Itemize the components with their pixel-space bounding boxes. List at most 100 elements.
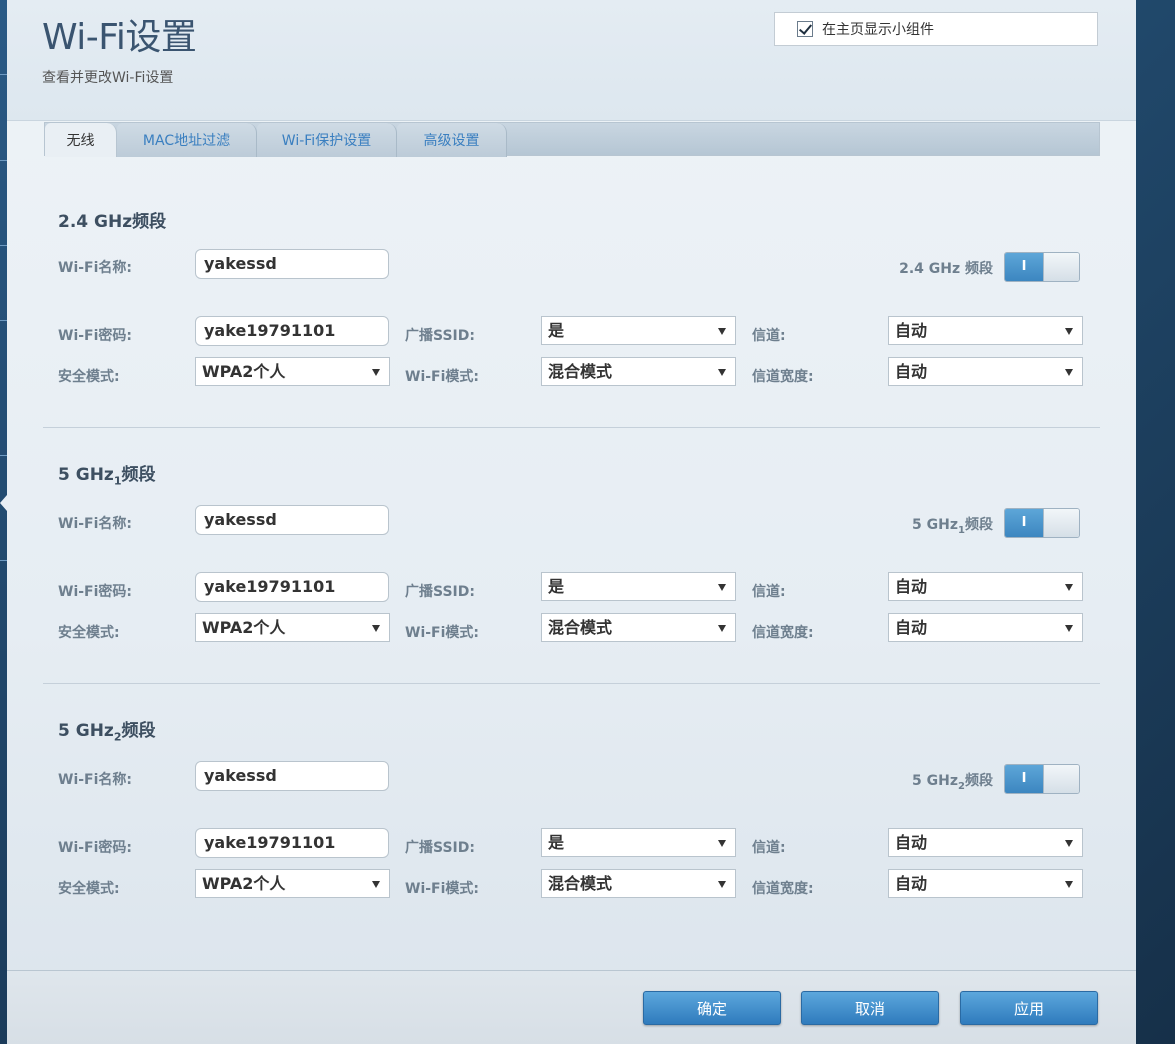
label-wifi-password: Wi-Fi密码:: [58, 840, 133, 856]
switch-on-indicator: I: [1005, 765, 1043, 793]
broadcast-ssid-select[interactable]: 是: [541, 572, 736, 601]
section-divider: [43, 683, 1100, 684]
select-value: 是: [548, 577, 565, 596]
wifi-name-input[interactable]: yakessd: [195, 505, 389, 535]
label-security-mode: 安全模式:: [58, 881, 120, 897]
section-title-5g2: 5 GHz2频段: [58, 716, 155, 743]
desktop-tick: [0, 74, 7, 75]
band-switch-label-5g1: 5 GHz1频段: [887, 514, 993, 536]
select-value: 自动: [895, 833, 928, 852]
security-mode-select[interactable]: WPA2个人: [195, 357, 390, 386]
section-title-2g: 2.4 GHz频段: [58, 207, 166, 232]
band-switch-5g1[interactable]: I: [1004, 508, 1080, 538]
broadcast-ssid-select[interactable]: 是: [541, 316, 736, 345]
dropdown-arrow-icon: [372, 625, 380, 632]
section-title-5g1: 5 GHz1频段: [58, 460, 155, 487]
wifi-name-input[interactable]: yakessd: [195, 761, 389, 791]
desktop-tick: [0, 160, 7, 161]
select-value: 自动: [895, 362, 928, 381]
label-broadcast-ssid: 广播SSID:: [405, 840, 475, 856]
band-base: 5 GHz: [912, 517, 959, 533]
dropdown-arrow-icon: [372, 881, 380, 888]
band-suffix: 频段: [121, 721, 156, 741]
label-broadcast-ssid: 广播SSID:: [405, 584, 475, 600]
dropdown-arrow-icon: [718, 328, 726, 335]
dropdown-arrow-icon: [1065, 625, 1073, 632]
band-switch-label-5g2: 5 GHz2频段: [887, 770, 993, 792]
label-wifi-mode: Wi-Fi模式:: [405, 369, 480, 385]
switch-knob[interactable]: [1043, 509, 1079, 537]
security-mode-select[interactable]: WPA2个人: [195, 869, 390, 898]
select-value: 自动: [895, 321, 928, 340]
dropdown-arrow-icon: [718, 625, 726, 632]
label-channel: 信道:: [752, 584, 786, 600]
channel-select[interactable]: 自动: [888, 316, 1083, 345]
desktop-edge: [0, 0, 7, 1044]
channel-select[interactable]: 自动: [888, 572, 1083, 601]
switch-knob[interactable]: [1043, 253, 1079, 281]
wifi-mode-select[interactable]: 混合模式: [541, 613, 736, 642]
tab-mac-filter[interactable]: MAC地址过滤: [117, 123, 257, 157]
band-base: 2.4 GHz: [58, 212, 133, 232]
wifi-name-input[interactable]: yakessd: [195, 249, 389, 279]
page-title: Wi-Fi设置: [42, 17, 197, 58]
select-value: WPA2个人: [202, 874, 286, 893]
band-base: 5 GHz: [58, 721, 114, 741]
label-wifi-mode: Wi-Fi模式:: [405, 881, 480, 897]
band-switch-2g[interactable]: I: [1004, 252, 1080, 282]
label-channel: 信道:: [752, 328, 786, 344]
show-widget-checkbox[interactable]: [797, 21, 813, 37]
select-value: WPA2个人: [202, 362, 286, 381]
wifi-password-input[interactable]: yake19791101: [195, 828, 389, 858]
label-security-mode: 安全模式:: [58, 369, 120, 385]
select-value: 自动: [895, 577, 928, 596]
show-widget-option[interactable]: 在主页显示小组件: [774, 12, 1098, 46]
desktop-tick: [0, 245, 7, 246]
label-wifi-password: Wi-Fi密码:: [58, 328, 133, 344]
channel-select[interactable]: 自动: [888, 828, 1083, 857]
cancel-button[interactable]: 取消: [801, 991, 939, 1025]
channel-width-select[interactable]: 自动: [888, 357, 1083, 386]
page-subtitle: 查看并更改Wi-Fi设置: [42, 70, 174, 86]
dropdown-arrow-icon: [1065, 881, 1073, 888]
label-channel-width: 信道宽度:: [752, 625, 814, 641]
tab-wps[interactable]: Wi-Fi保护设置: [257, 123, 397, 157]
select-value: 混合模式: [548, 618, 613, 637]
show-widget-label: 在主页显示小组件: [822, 22, 934, 38]
ok-button[interactable]: 确定: [643, 991, 781, 1025]
collapse-arrow-icon[interactable]: [0, 495, 7, 511]
wifi-settings-dialog: Wi-Fi设置 查看并更改Wi-Fi设置 在主页显示小组件 无线 MAC地址过滤…: [7, 0, 1136, 1044]
dropdown-arrow-icon: [1065, 584, 1073, 591]
section-divider: [43, 427, 1100, 428]
label-wifi-name: Wi-Fi名称:: [58, 260, 133, 276]
dialog-footer: 确定 取消 应用: [7, 970, 1136, 1044]
label-wifi-mode: Wi-Fi模式:: [405, 625, 480, 641]
band-base: 2.4 GHz: [899, 261, 961, 277]
select-value: 自动: [895, 618, 928, 637]
label-channel-width: 信道宽度:: [752, 881, 814, 897]
select-value: 自动: [895, 874, 928, 893]
dropdown-arrow-icon: [718, 369, 726, 376]
switch-on-indicator: I: [1005, 253, 1043, 281]
desktop-tick: [0, 320, 7, 321]
band-base: 5 GHz: [912, 773, 959, 789]
select-value: 是: [548, 833, 565, 852]
dropdown-arrow-icon: [1065, 328, 1073, 335]
wifi-password-input[interactable]: yake19791101: [195, 316, 389, 346]
broadcast-ssid-select[interactable]: 是: [541, 828, 736, 857]
label-channel: 信道:: [752, 840, 786, 856]
channel-width-select[interactable]: 自动: [888, 613, 1083, 642]
label-security-mode: 安全模式:: [58, 625, 120, 641]
tab-advanced[interactable]: 高级设置: [397, 123, 507, 157]
apply-button[interactable]: 应用: [960, 991, 1098, 1025]
wifi-mode-select[interactable]: 混合模式: [541, 357, 736, 386]
tab-wireless[interactable]: 无线: [45, 123, 117, 157]
switch-knob[interactable]: [1043, 765, 1079, 793]
band-switch-5g2[interactable]: I: [1004, 764, 1080, 794]
security-mode-select[interactable]: WPA2个人: [195, 613, 390, 642]
channel-width-select[interactable]: 自动: [888, 869, 1083, 898]
label-channel-width: 信道宽度:: [752, 369, 814, 385]
wifi-mode-select[interactable]: 混合模式: [541, 869, 736, 898]
dropdown-arrow-icon: [718, 881, 726, 888]
wifi-password-input[interactable]: yake19791101: [195, 572, 389, 602]
